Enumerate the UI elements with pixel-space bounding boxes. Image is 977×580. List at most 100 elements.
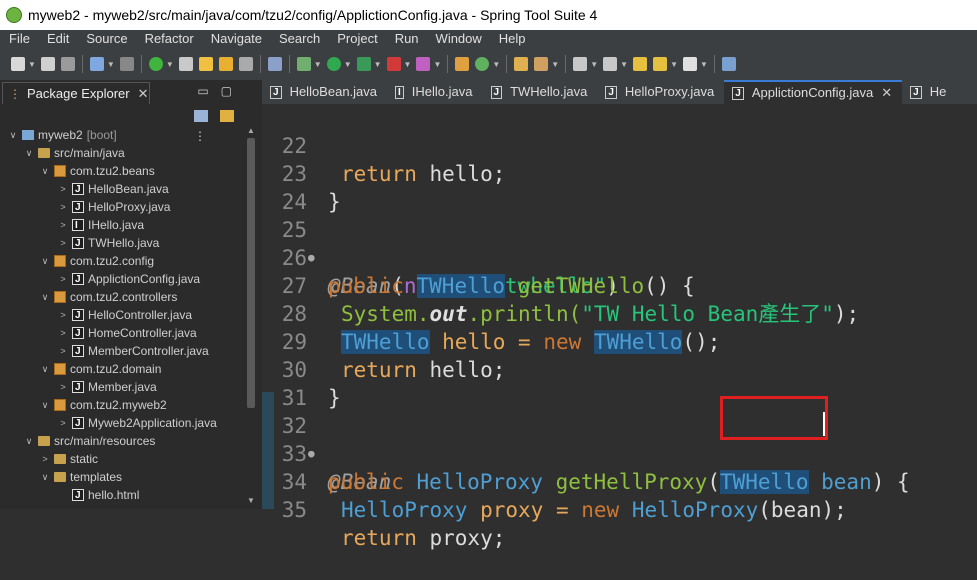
new-icon[interactable] bbox=[11, 57, 25, 71]
close-icon[interactable]: ✕ bbox=[138, 86, 149, 102]
coverage-icon[interactable] bbox=[356, 57, 371, 71]
maximize-icon[interactable]: ▢ bbox=[221, 84, 244, 98]
tree-item[interactable]: ∨ com.tzu2.controllers bbox=[40, 288, 178, 306]
tree-item[interactable]: ∨ src/main/resources bbox=[24, 432, 156, 450]
last-edit-icon[interactable] bbox=[633, 57, 648, 71]
menu-source[interactable]: Source bbox=[77, 30, 135, 48]
pencil-icon[interactable] bbox=[198, 57, 213, 71]
tree-item[interactable]: > static bbox=[40, 450, 98, 468]
menu-project[interactable]: Project bbox=[328, 30, 385, 48]
tree-item[interactable]: ∨ src/main/java bbox=[24, 144, 125, 162]
tree-scrollbar[interactable]: ▲ ▼ bbox=[244, 126, 258, 509]
console-icon[interactable] bbox=[89, 57, 104, 71]
java-file-icon: J bbox=[605, 85, 617, 99]
debug-icon[interactable] bbox=[296, 57, 311, 71]
tab-twhello[interactable]: J TWHello.java bbox=[483, 80, 598, 104]
chevron-down-icon[interactable]: ▼ bbox=[28, 60, 36, 69]
chevron-down-icon[interactable]: ∨ bbox=[40, 360, 50, 378]
tree-item[interactable]: > HelloController.java bbox=[58, 306, 192, 325]
chevron-down-icon[interactable]: ▼ bbox=[433, 60, 441, 69]
tab-applictionconfig[interactable]: J ApplictionConfig.java ✕ bbox=[724, 80, 903, 105]
back-icon[interactable] bbox=[653, 57, 668, 71]
menu-help[interactable]: Help bbox=[490, 30, 534, 48]
tab-partial[interactable]: J He bbox=[902, 80, 956, 104]
tree-item[interactable]: ∨ com.tzu2.beans bbox=[40, 162, 155, 180]
package-explorer-tab[interactable]: ⋮ Package Explorer ✕ bbox=[2, 82, 150, 104]
next-annotation-icon[interactable] bbox=[573, 57, 588, 71]
save-all-icon[interactable] bbox=[60, 57, 75, 71]
chevron-down-icon[interactable]: ∨ bbox=[40, 162, 50, 180]
scroll-down-icon[interactable]: ▼ bbox=[246, 496, 256, 505]
chevron-down-icon[interactable]: ▼ bbox=[700, 60, 708, 69]
open-perspective-icon[interactable] bbox=[721, 57, 736, 71]
tree-item[interactable]: ∨ com.tzu2.domain bbox=[40, 360, 162, 378]
chevron-down-icon[interactable]: ▼ bbox=[314, 60, 322, 69]
tree-item[interactable]: > Member.java bbox=[58, 378, 156, 397]
menu-edit[interactable]: Edit bbox=[38, 30, 77, 48]
chevron-down-icon[interactable]: ∨ bbox=[24, 144, 34, 162]
chevron-down-icon[interactable]: ∨ bbox=[24, 432, 34, 450]
menu-search[interactable]: Search bbox=[270, 30, 328, 48]
menu-navigate[interactable]: Navigate bbox=[202, 30, 270, 48]
chevron-down-icon[interactable]: ∨ bbox=[40, 252, 50, 270]
wand-icon[interactable] bbox=[178, 57, 193, 71]
task-icon[interactable] bbox=[218, 57, 233, 71]
tree-item[interactable]: > MemberController.java bbox=[58, 342, 208, 361]
scroll-up-icon[interactable]: ▲ bbox=[246, 126, 256, 135]
tree-item[interactable]: hello.html bbox=[58, 486, 139, 505]
tree-item[interactable]: > HelloProxy.java bbox=[58, 198, 170, 217]
tree-item[interactable]: ∨ com.tzu2.config bbox=[40, 252, 154, 270]
forward-icon[interactable] bbox=[682, 57, 697, 71]
paragraph-icon[interactable] bbox=[267, 57, 282, 71]
chevron-down-icon[interactable]: ∨ bbox=[40, 396, 50, 414]
tree-item[interactable]: > TWHello.java bbox=[58, 234, 159, 253]
tree-item[interactable]: > HomeController.java bbox=[58, 324, 196, 343]
collapse-all-icon[interactable] bbox=[194, 110, 208, 122]
chevron-down-icon[interactable]: ▼ bbox=[670, 60, 678, 69]
tab-ihello[interactable]: I IHello.java bbox=[387, 80, 482, 104]
outline-icon[interactable] bbox=[238, 57, 253, 71]
chevron-down-icon[interactable]: ∨ bbox=[40, 288, 50, 306]
menu-window[interactable]: Window bbox=[427, 30, 490, 48]
chevron-down-icon[interactable]: ▼ bbox=[374, 60, 382, 69]
new-package-icon[interactable] bbox=[455, 57, 470, 71]
tree-item[interactable]: ∨ templates bbox=[40, 468, 122, 486]
menu-file[interactable]: File bbox=[0, 30, 38, 48]
chevron-down-icon[interactable]: ▼ bbox=[107, 60, 115, 69]
close-icon[interactable]: ✕ bbox=[881, 81, 892, 105]
chevron-down-icon[interactable]: ∨ bbox=[8, 126, 18, 144]
open-type-icon[interactable] bbox=[514, 57, 529, 71]
tree-item[interactable]: > Myweb2Application.java bbox=[58, 414, 216, 433]
tree-item[interactable]: ∨ com.tzu2.myweb2 bbox=[40, 396, 167, 414]
external-tools-icon[interactable] bbox=[416, 57, 431, 71]
chevron-right-icon[interactable]: > bbox=[40, 450, 50, 468]
tab-helloproxy[interactable]: J HelloProxy.java bbox=[597, 80, 724, 104]
stop-icon[interactable] bbox=[386, 57, 401, 71]
tree-item[interactable]: > HelloBean.java bbox=[58, 180, 168, 199]
prev-annotation-icon[interactable] bbox=[603, 57, 618, 71]
chevron-down-icon[interactable]: ▼ bbox=[404, 60, 412, 69]
tree-item[interactable]: > ApplictionConfig.java bbox=[58, 270, 200, 289]
link-editor-icon[interactable] bbox=[220, 110, 235, 122]
minimize-icon[interactable]: ▭ bbox=[197, 84, 220, 98]
save-icon[interactable] bbox=[40, 57, 55, 71]
debug-skip-icon[interactable] bbox=[119, 57, 134, 71]
boot-start-icon[interactable] bbox=[148, 57, 163, 71]
chevron-down-icon[interactable]: ▼ bbox=[492, 60, 500, 69]
chevron-down-icon[interactable]: ▼ bbox=[590, 60, 598, 69]
search-icon[interactable] bbox=[534, 57, 549, 71]
run-icon[interactable] bbox=[326, 57, 341, 71]
chevron-down-icon[interactable]: ▼ bbox=[166, 60, 174, 69]
tree-item[interactable]: ∨ myweb2 [boot] bbox=[8, 126, 117, 144]
chevron-down-icon[interactable]: ▼ bbox=[551, 60, 559, 69]
menu-refactor[interactable]: Refactor bbox=[136, 30, 202, 48]
tab-hellobean[interactable]: J HelloBean.java bbox=[262, 80, 387, 104]
menu-run[interactable]: Run bbox=[386, 30, 427, 48]
tree-item[interactable]: > IHello.java bbox=[58, 216, 144, 235]
chevron-down-icon[interactable]: ∨ bbox=[40, 468, 50, 486]
scrollbar-thumb[interactable] bbox=[247, 138, 255, 408]
chevron-down-icon[interactable]: ▼ bbox=[620, 60, 628, 69]
chevron-down-icon[interactable]: ▼ bbox=[344, 60, 352, 69]
new-class-icon[interactable] bbox=[475, 57, 490, 71]
code-area[interactable]: 22 return hello; 23 } 24 25 ● @Bean(name… bbox=[262, 104, 977, 550]
